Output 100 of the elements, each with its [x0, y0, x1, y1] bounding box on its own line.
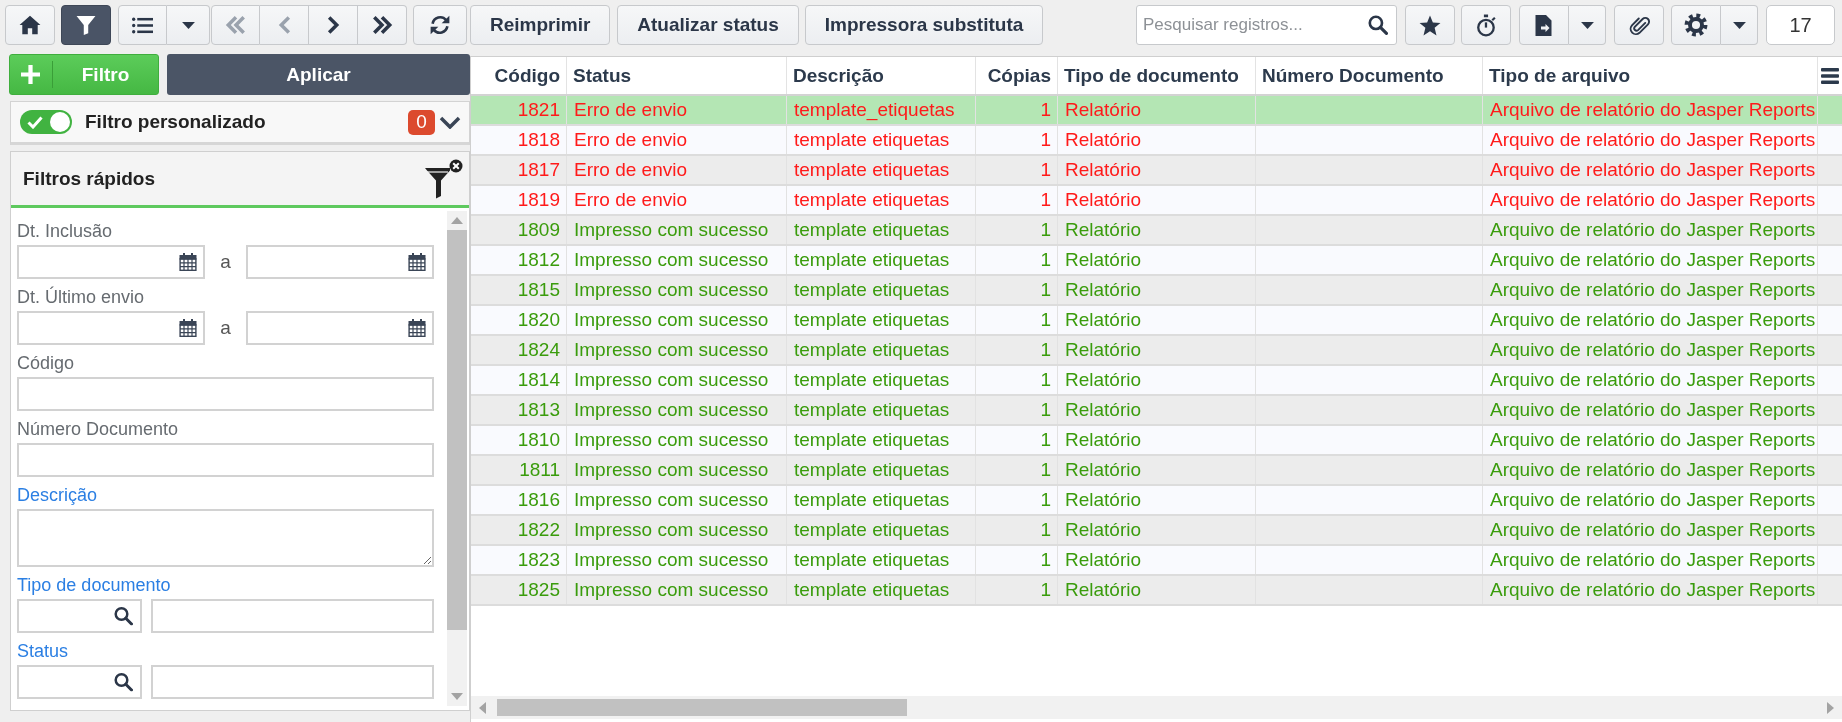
table-cell: Arquivo de relatório do Jasper Reports: [1483, 546, 1818, 574]
new-filter-button[interactable]: Filtro: [9, 54, 159, 95]
toolbar-button[interactable]: Atualizar status: [617, 5, 799, 45]
column-header[interactable]: Cópias: [976, 57, 1058, 94]
table-row[interactable]: 1815 Impresso com sucesso template etiquetas 1 Relatório Arquivo de relatório do Jasper Reports: [471, 276, 1842, 306]
table-cell: Erro de envio: [567, 126, 787, 154]
table-cell: 1: [976, 456, 1058, 484]
stopwatch-icon: [1475, 13, 1497, 37]
table-cell: Arquivo de relatório do Jasper Reports: [1483, 366, 1818, 394]
column-header[interactable]: Tipo de documento: [1058, 57, 1256, 94]
table-cell: template etiquetas: [787, 516, 976, 544]
field-label: Número Documento: [17, 418, 180, 441]
table-cell: Arquivo de relatório do Jasper Reports: [1483, 576, 1818, 604]
chevron-down-icon[interactable]: [439, 115, 461, 129]
clear-filter-icon[interactable]: [423, 158, 463, 199]
table-row[interactable]: 1814 Impresso com sucesso template etiquetas 1 Relatório Arquivo de relatório do Jasper Reports: [471, 366, 1842, 396]
table-cell: 1811: [471, 456, 567, 484]
table-cell: Erro de envio: [567, 96, 787, 124]
table-cell: 1: [976, 366, 1058, 394]
table-cell: 1815: [471, 276, 567, 304]
table-row[interactable]: 1817 Erro de envio template etiquetas 1 Relatório Arquivo de relatório do Jasper Reports: [471, 156, 1842, 186]
table-cell: template etiquetas: [787, 426, 976, 454]
table-row[interactable]: 1821 Erro de envio template_etiquetas 1 Relatório Arquivo de relatório do Jasper Reports: [471, 96, 1842, 126]
table-cell: Relatório: [1058, 516, 1256, 544]
table-cell: 1819: [471, 186, 567, 214]
text-field[interactable]: [17, 377, 434, 411]
table-cell: Arquivo de relatório do Jasper Reports: [1483, 306, 1818, 334]
table-row[interactable]: 1809 Impresso com sucesso template etiquetas 1 Relatório Arquivo de relatório do Jasper Reports: [471, 216, 1842, 246]
caret-icon: [1580, 21, 1594, 29]
table-cell: template etiquetas: [787, 126, 976, 154]
table-row[interactable]: 1813 Impresso com sucesso template etiquetas 1 Relatório Arquivo de relatório do Jasper Reports: [471, 396, 1842, 426]
text-field[interactable]: [151, 665, 434, 699]
horizontal-scrollbar[interactable]: [471, 696, 1842, 719]
apply-button[interactable]: Aplicar: [167, 54, 470, 95]
list-icon: [132, 16, 153, 34]
column-header[interactable]: Código: [471, 57, 567, 94]
scrollbar-thumb[interactable]: [497, 699, 907, 716]
timer-button[interactable]: [1461, 5, 1511, 45]
date-field[interactable]: [17, 245, 205, 279]
table-row[interactable]: 1820 Impresso com sucesso template etiquetas 1 Relatório Arquivo de relatório do Jasper Reports: [471, 306, 1842, 336]
table-cell: template etiquetas: [787, 276, 976, 304]
chevron-left-icon: [277, 15, 291, 35]
table-cell: Relatório: [1058, 96, 1256, 124]
table-cell: template etiquetas: [787, 486, 976, 514]
home-button[interactable]: [5, 5, 55, 45]
table-cell: Impresso com sucesso: [567, 246, 787, 274]
table-row[interactable]: 1824 Impresso com sucesso template etiquetas 1 Relatório Arquivo de relatório do Jasper Reports: [471, 336, 1842, 366]
text-field[interactable]: [17, 443, 434, 477]
table-cell: 1814: [471, 366, 567, 394]
column-header[interactable]: Número Documento: [1256, 57, 1483, 94]
table-row[interactable]: 1823 Impresso com sucesso template etiquetas 1 Relatório Arquivo de relatório do Jasper Reports: [471, 546, 1842, 576]
settings-button[interactable]: [1671, 5, 1721, 45]
table-row[interactable]: 1812 Impresso com sucesso template etiquetas 1 Relatório Arquivo de relatório do Jasper Reports: [471, 246, 1842, 276]
table-cell: 1824: [471, 336, 567, 364]
date-field[interactable]: [17, 311, 205, 345]
favorite-button[interactable]: [1405, 5, 1455, 45]
table-cell: Arquivo de relatório do Jasper Reports: [1483, 456, 1818, 484]
table-row[interactable]: 1810 Impresso com sucesso template etiquetas 1 Relatório Arquivo de relatório do Jasper Reports: [471, 426, 1842, 456]
toolbar-button[interactable]: Impressora substituta: [804, 5, 1044, 45]
attach-button[interactable]: [1614, 5, 1664, 45]
table-cell: Impresso com sucesso: [567, 216, 787, 244]
table-cell: Relatório: [1058, 396, 1256, 424]
date-field[interactable]: [246, 245, 434, 279]
table-row[interactable]: 1816 Impresso com sucesso template etiquetas 1 Relatório Arquivo de relatório do Jasper Reports: [471, 486, 1842, 516]
column-header[interactable]: Descrição: [787, 57, 976, 94]
column-menu-icon[interactable]: [1821, 67, 1839, 84]
table-cell: 1: [976, 306, 1058, 334]
export-button[interactable]: [1519, 5, 1569, 45]
field-label: Status: [17, 640, 70, 663]
vertical-scrollbar[interactable]: [447, 211, 467, 706]
lookup-field[interactable]: [17, 599, 142, 633]
dropdown-button[interactable]: [167, 5, 210, 45]
calendar-icon: [179, 319, 197, 337]
table-row[interactable]: 1811 Impresso com sucesso template etiquetas 1 Relatório Arquivo de relatório do Jasper Reports: [471, 456, 1842, 486]
table-cell: 1: [976, 156, 1058, 184]
date-field[interactable]: [246, 311, 434, 345]
column-header[interactable]: Status: [567, 57, 787, 94]
text-field[interactable]: [151, 599, 434, 633]
table-row[interactable]: 1825 Impresso com sucesso template etiquetas 1 Relatório Arquivo de relatório do Jasper Reports: [471, 576, 1842, 606]
table-cell: 1: [976, 396, 1058, 424]
dropdown-button[interactable]: [1721, 5, 1758, 45]
table-row[interactable]: 1818 Erro de envio template etiquetas 1 Relatório Arquivo de relatório do Jasper Reports: [471, 126, 1842, 156]
list-view-button[interactable]: [118, 5, 167, 45]
next-page-button[interactable]: [309, 5, 358, 45]
last-page-button[interactable]: [358, 5, 407, 45]
lookup-field[interactable]: [17, 665, 142, 699]
dropdown-button[interactable]: [1569, 5, 1606, 45]
toolbar-button[interactable]: Reimprimir: [470, 5, 611, 45]
table-cell: Relatório: [1058, 216, 1256, 244]
refresh-button[interactable]: [413, 5, 467, 45]
table-cell: Arquivo de relatório do Jasper Reports: [1483, 486, 1818, 514]
table-row[interactable]: 1822 Impresso com sucesso template etiquetas 1 Relatório Arquivo de relatório do Jasper Reports: [471, 516, 1842, 546]
scrollbar-thumb[interactable]: [447, 230, 467, 630]
column-header[interactable]: Tipo de arquivo: [1483, 57, 1818, 94]
toggle-switch[interactable]: [20, 110, 72, 134]
table-row[interactable]: 1819 Erro de envio template etiquetas 1 Relatório Arquivo de relatório do Jasper Reports: [471, 186, 1842, 216]
filter-button[interactable]: [61, 5, 111, 45]
search-field[interactable]: Pesquisar registros...: [1136, 5, 1397, 45]
table-cell: Erro de envio: [567, 186, 787, 214]
home-icon: [19, 15, 41, 35]
